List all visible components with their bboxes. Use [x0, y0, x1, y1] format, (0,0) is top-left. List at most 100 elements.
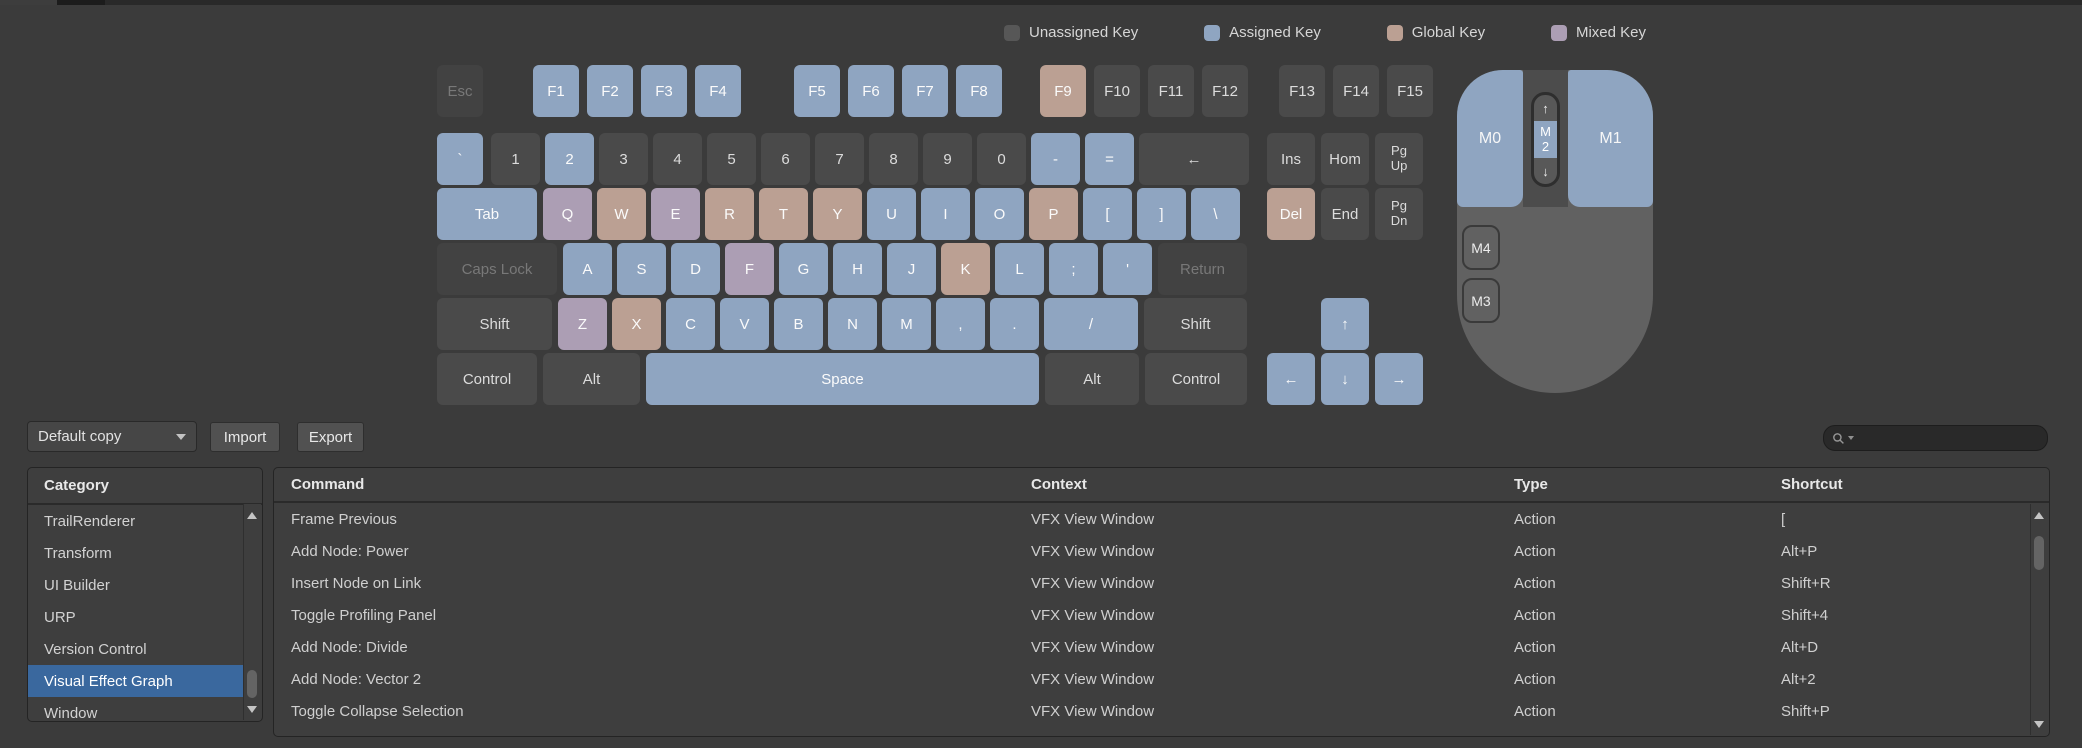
table-row[interactable]: Frame PreviousVFX View WindowAction[ [274, 503, 2049, 535]
key-arrow-left[interactable]: ← [1267, 353, 1315, 405]
key-f11[interactable]: F11 [1148, 65, 1194, 117]
key-f14[interactable]: F14 [1333, 65, 1379, 117]
key-f9[interactable]: F9 [1040, 65, 1086, 117]
category-scrollbar[interactable] [243, 504, 261, 720]
key-f15[interactable]: F15 [1387, 65, 1433, 117]
mouse-left-button[interactable]: M0 [1457, 70, 1523, 207]
key-y[interactable]: Y [813, 188, 862, 240]
key-semicolon[interactable]: ; [1049, 243, 1098, 295]
wheel-up-icon[interactable]: ↑ [1534, 95, 1557, 121]
key-page-down[interactable]: Pg Dn [1375, 188, 1423, 240]
key-c[interactable]: C [666, 298, 715, 350]
key-end[interactable]: End [1321, 188, 1369, 240]
key-esc[interactable]: Esc [437, 65, 483, 117]
category-item-window[interactable]: Window [28, 697, 244, 722]
wheel-down-icon[interactable]: ↓ [1534, 158, 1557, 184]
category-item-trailrenderer[interactable]: TrailRenderer [28, 505, 244, 537]
key-0[interactable]: 0 [977, 133, 1026, 185]
scroll-up-icon[interactable] [247, 512, 257, 519]
scroll-up-icon[interactable] [2034, 512, 2044, 519]
key-period[interactable]: . [990, 298, 1039, 350]
key-8[interactable]: 8 [869, 133, 918, 185]
mouse-wheel[interactable]: ↑ M 2 ↓ [1531, 92, 1560, 187]
key-backspace[interactable]: ← [1139, 133, 1249, 185]
search-field[interactable] [1823, 425, 2048, 451]
key-alt-left[interactable]: Alt [543, 353, 640, 405]
scrollbar-thumb[interactable] [247, 670, 257, 698]
key-f8[interactable]: F8 [956, 65, 1002, 117]
key-slash[interactable]: / [1044, 298, 1138, 350]
key-o[interactable]: O [975, 188, 1024, 240]
key-z[interactable]: Z [558, 298, 607, 350]
table-row[interactable]: Add Node: DivideVFX View WindowActionAlt… [274, 631, 2049, 663]
search-filter-caret-icon[interactable] [1848, 436, 1854, 440]
key-f13[interactable]: F13 [1279, 65, 1325, 117]
export-button[interactable]: Export [297, 422, 364, 452]
key-t[interactable]: T [759, 188, 808, 240]
key-page-up[interactable]: Pg Up [1375, 133, 1423, 185]
table-row[interactable]: Insert Node on LinkVFX View WindowAction… [274, 567, 2049, 599]
key-v[interactable]: V [720, 298, 769, 350]
key-space[interactable]: Space [646, 353, 1039, 405]
table-row[interactable]: Toggle Profiling PanelVFX View WindowAct… [274, 599, 2049, 631]
key-arrow-down[interactable]: ↓ [1321, 353, 1369, 405]
key-1[interactable]: 1 [491, 133, 540, 185]
key-hom[interactable]: Hom [1321, 133, 1369, 185]
key-equals[interactable]: = [1085, 133, 1134, 185]
key-right-bracket[interactable]: ] [1137, 188, 1186, 240]
key-p[interactable]: P [1029, 188, 1078, 240]
scroll-down-icon[interactable] [2034, 721, 2044, 728]
key-alt-right[interactable]: Alt [1045, 353, 1139, 405]
key-k[interactable]: K [941, 243, 990, 295]
key-r[interactable]: R [705, 188, 754, 240]
mouse-wheel-button[interactable]: M 2 [1534, 121, 1557, 158]
key-shift-right[interactable]: Shift [1144, 298, 1247, 350]
key-del[interactable]: Del [1267, 188, 1315, 240]
table-row[interactable]: Add Node: Vector 2VFX View WindowActionA… [274, 663, 2049, 695]
category-item-ui-builder[interactable]: UI Builder [28, 569, 244, 601]
key-arrow-up[interactable]: ↑ [1321, 298, 1369, 350]
category-item-transform[interactable]: Transform [28, 537, 244, 569]
key-g[interactable]: G [779, 243, 828, 295]
table-row[interactable]: Toggle Collapse SelectionVFX View Window… [274, 695, 2049, 727]
search-input[interactable] [1857, 429, 2039, 447]
key-backslash[interactable]: \ [1191, 188, 1240, 240]
key-n[interactable]: N [828, 298, 877, 350]
key-f2[interactable]: F2 [587, 65, 633, 117]
key-l[interactable]: L [995, 243, 1044, 295]
key-7[interactable]: 7 [815, 133, 864, 185]
key-q[interactable]: Q [543, 188, 592, 240]
key-comma[interactable]: , [936, 298, 985, 350]
key-f5[interactable]: F5 [794, 65, 840, 117]
key-shift-left[interactable]: Shift [437, 298, 552, 350]
key-u[interactable]: U [867, 188, 916, 240]
key-caps-lock[interactable]: Caps Lock [437, 243, 557, 295]
mouse-forward-button[interactable]: M4 [1462, 225, 1500, 270]
key-2[interactable]: 2 [545, 133, 594, 185]
key-ins[interactable]: Ins [1267, 133, 1315, 185]
key-f[interactable]: F [725, 243, 774, 295]
key-h[interactable]: H [833, 243, 882, 295]
key-control-left[interactable]: Control [437, 353, 537, 405]
tab-strip-active-tab[interactable] [57, 0, 105, 5]
key-s[interactable]: S [617, 243, 666, 295]
table-scrollbar[interactable] [2030, 504, 2048, 735]
key-arrow-right[interactable]: → [1375, 353, 1423, 405]
key-minus[interactable]: - [1031, 133, 1080, 185]
key-left-bracket[interactable]: [ [1083, 188, 1132, 240]
key-d[interactable]: D [671, 243, 720, 295]
key-i[interactable]: I [921, 188, 970, 240]
category-item-urp[interactable]: URP [28, 601, 244, 633]
key-f1[interactable]: F1 [533, 65, 579, 117]
table-row[interactable]: Add Node: PowerVFX View WindowActionAlt+… [274, 535, 2049, 567]
key-9[interactable]: 9 [923, 133, 972, 185]
key-3[interactable]: 3 [599, 133, 648, 185]
scrollbar-thumb[interactable] [2034, 536, 2044, 570]
key-f12[interactable]: F12 [1202, 65, 1248, 117]
key-6[interactable]: 6 [761, 133, 810, 185]
key-4[interactable]: 4 [653, 133, 702, 185]
key-backtick[interactable]: ` [437, 133, 483, 185]
key-f3[interactable]: F3 [641, 65, 687, 117]
key-b[interactable]: B [774, 298, 823, 350]
key-e[interactable]: E [651, 188, 700, 240]
